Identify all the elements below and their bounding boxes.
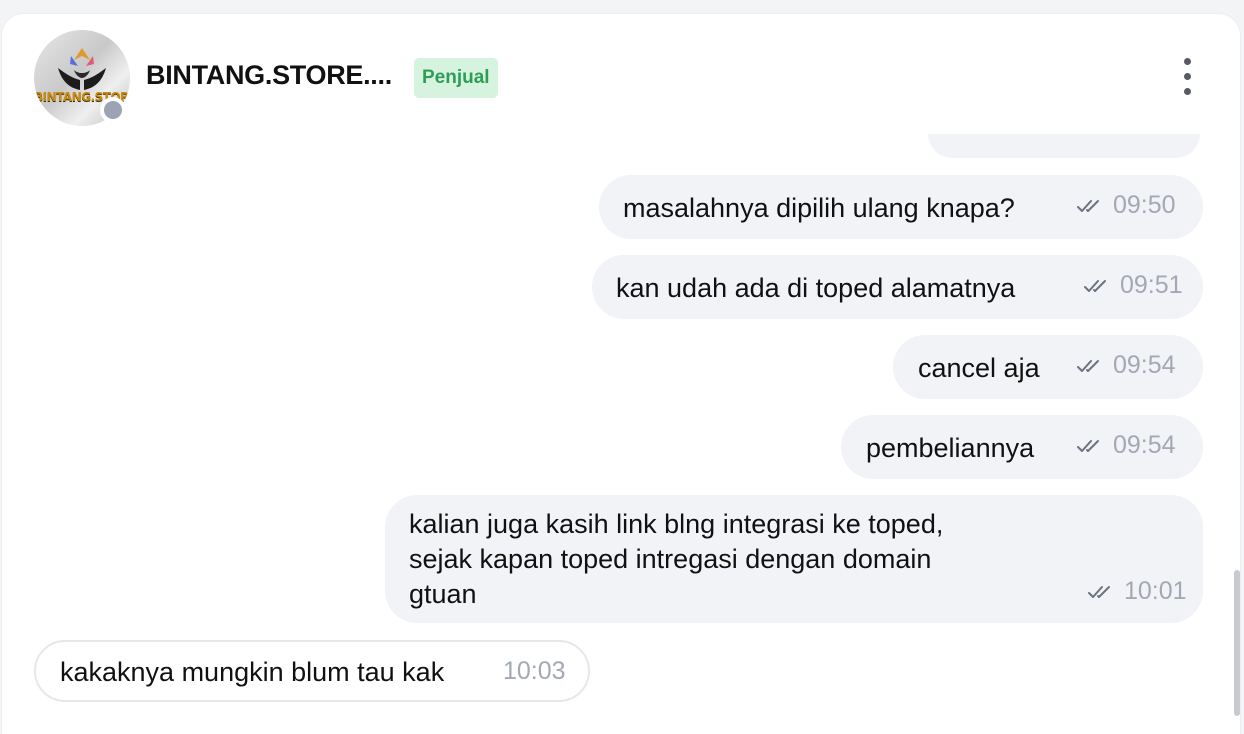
message-bubble-outgoing[interactable]: cancel aja 09:54 [893,335,1203,399]
more-options-button[interactable] [1172,54,1202,98]
double-check-icon [1077,199,1099,212]
message-time: 09:51 [1120,271,1183,299]
message-text: kakaknya mungkin blum tau kak [60,657,445,687]
message-text: cancel aja [918,353,1040,383]
message-text-line: sejak kapan toped intregasi dengan domai… [409,544,932,574]
more-vertical-icon [1184,58,1191,65]
chat-panel: masalahnya dipilih ulang knapa? 09:50 ka… [2,14,1240,734]
message-text: masalahnya dipilih ulang knapa? [623,193,1015,223]
message-text: pembeliannya [866,433,1035,463]
message-text-line: gtuan [409,579,477,609]
message-bubble-outgoing[interactable]: masalahnya dipilih ulang knapa? 09:50 [599,175,1203,239]
role-badge: Penjual [414,58,498,98]
scrollbar[interactable] [1234,570,1240,716]
status-indicator [100,97,126,123]
message-meta: 09:50 [1077,191,1176,220]
message-meta: 09:54 [1077,431,1176,460]
double-check-icon [1084,279,1106,292]
message-time: 09:54 [1113,351,1176,379]
message-meta: 10:01 [1088,577,1187,606]
message-bubble-outgoing[interactable]: pembeliannya 09:54 [841,415,1203,479]
message-time: 09:50 [1113,191,1176,219]
message-time: 09:54 [1113,431,1176,459]
message-bubble-outgoing[interactable]: kan udah ada di toped alamatnya 09:51 [592,255,1203,319]
double-check-icon [1088,585,1110,598]
double-check-icon [1077,439,1099,452]
message-meta: 09:51 [1084,271,1183,300]
message-text: kan udah ada di toped alamatnya [616,273,1016,303]
message-meta: 09:54 [1077,351,1176,380]
message-bubble-incoming[interactable]: kakaknya mungkin blum tau kak 10:03 [34,640,590,702]
message-time: 10:03 [503,657,566,685]
message-text-line: kalian juga kasih link blng integrasi ke… [409,509,944,539]
double-check-icon [1077,359,1099,372]
message-bubble-outgoing[interactable]: kalian juga kasih link blng integrasi ke… [385,495,1203,623]
message-meta: 10:03 [503,657,566,686]
message-time: 10:01 [1124,577,1187,605]
chat-header: BINTANG.STORE BINTANG.STORE.... Penjual [2,14,1240,134]
store-name[interactable]: BINTANG.STORE.... [146,60,392,91]
